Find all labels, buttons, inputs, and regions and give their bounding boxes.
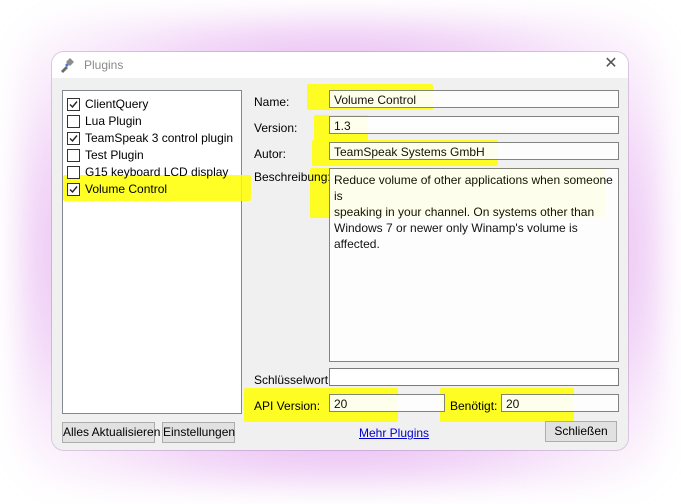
plugin-list-item[interactable]: TeamSpeak 3 control plugin [63, 130, 241, 147]
description-line: Windows 7 or newer only Winamp's volume … [334, 221, 578, 251]
plugin-name: ClientQuery [85, 97, 149, 111]
author-value: TeamSpeak Systems GmbH [334, 145, 485, 159]
version-field[interactable]: 1.3 [329, 116, 619, 134]
checkbox-checked[interactable] [67, 132, 80, 145]
plugin-list-item[interactable]: Volume Control [63, 181, 241, 198]
description-line: speaking in your channel. On systems oth… [334, 205, 595, 219]
refresh-all-button[interactable]: Alles Aktualisieren [62, 422, 160, 443]
description-label: Beschreibung: [254, 170, 331, 184]
check-icon [69, 186, 78, 194]
plugin-name: Lua Plugin [85, 114, 142, 128]
plugin-list-item[interactable]: ClientQuery [63, 96, 241, 113]
description-line: Reduce volume of other applications when… [334, 173, 613, 203]
name-field[interactable]: Volume Control [329, 90, 619, 108]
version-value: 1.3 [334, 119, 351, 133]
checkbox-unchecked[interactable] [67, 166, 80, 179]
author-field[interactable]: TeamSpeak Systems GmbH [329, 142, 619, 160]
window-title: Plugins [84, 58, 124, 72]
name-value: Volume Control [334, 93, 417, 107]
api-version-field[interactable]: 20 [329, 394, 445, 412]
checkbox-unchecked[interactable] [67, 115, 80, 128]
checkbox-unchecked[interactable] [67, 149, 80, 162]
check-icon [69, 101, 78, 109]
plugin-icon [58, 56, 76, 74]
author-label: Autor: [254, 147, 287, 161]
close-icon: ✕ [604, 55, 618, 72]
checkbox-checked[interactable] [67, 98, 80, 111]
required-version-field[interactable]: 20 [501, 394, 619, 412]
plugin-list-item[interactable]: Lua Plugin [63, 113, 241, 130]
keyword-field[interactable] [329, 368, 619, 386]
required-version-value: 20 [506, 397, 520, 411]
checkbox-checked[interactable] [67, 183, 80, 196]
more-plugins-link[interactable]: Mehr Plugins [359, 426, 429, 440]
check-icon [69, 135, 78, 143]
close-window-button[interactable]: ✕ [594, 52, 628, 78]
settings-button[interactable]: Einstellungen [162, 422, 235, 443]
keyword-label: Schlüsselwort: [254, 373, 332, 387]
plugin-list-item[interactable]: G15 keyboard LCD display [63, 164, 241, 181]
close-button[interactable]: Schließen [545, 421, 617, 442]
required-label: Benötigt: [450, 399, 498, 413]
plugin-name: Volume Control [85, 182, 168, 196]
title-bar: Plugins ✕ [52, 52, 628, 78]
plugin-name: G15 keyboard LCD display [85, 165, 229, 179]
description-field[interactable]: Reduce volume of other applications when… [329, 168, 619, 362]
plugin-list[interactable]: ClientQuery Lua Plugin TeamSpeak 3 control… [62, 90, 251, 414]
version-label: Version: [254, 121, 298, 135]
name-label: Name: [254, 95, 290, 109]
plugin-name: TeamSpeak 3 control plugin [85, 131, 234, 145]
plugin-name: Test Plugin [85, 148, 144, 162]
plugin-list-item[interactable]: Test Plugin [63, 147, 241, 164]
plugins-dialog: Plugins ✕ ClientQuery Lua Plugin TeamSpeak… [52, 52, 628, 450]
api-version-value: 20 [334, 397, 348, 411]
api-version-label: API Version: [254, 399, 321, 413]
